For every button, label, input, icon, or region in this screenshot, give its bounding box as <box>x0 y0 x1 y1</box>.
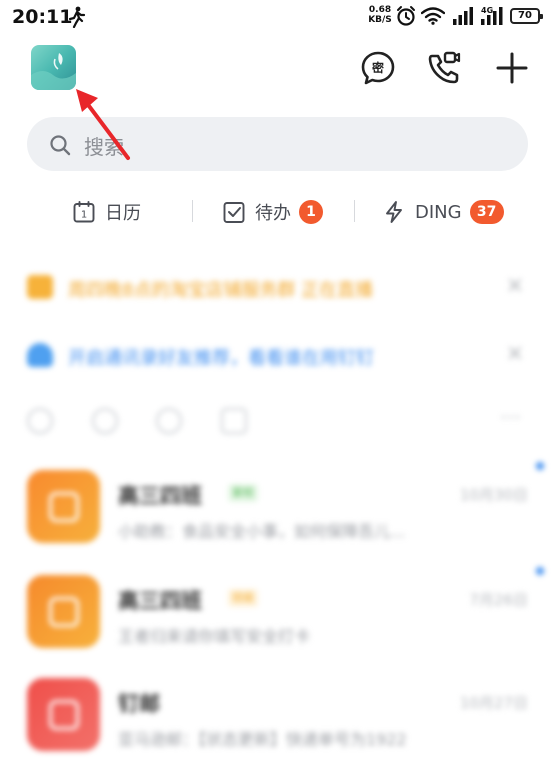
shortcut-ding[interactable]: DING 37 <box>382 198 504 226</box>
chat-avatar <box>27 575 100 648</box>
chat-tag: 班级 <box>228 589 258 607</box>
live-icon <box>27 275 53 299</box>
todo-check-icon <box>223 202 245 223</box>
chat-list-item[interactable]: 高三四班 班级 7月26日 王者归来请你填写安全打卡 <box>0 563 554 667</box>
shortcut-todo[interactable]: 待办 1 <box>222 198 323 226</box>
calendar-icon: 1 <box>73 201 95 223</box>
shortcut-bar: 1 日历 待办 1 DING 37 <box>0 192 554 232</box>
notice-live-text: 周四晚8点的淘宝店铺服务群 正在直播 <box>68 280 374 301</box>
battery-indicator: 70 <box>510 8 543 24</box>
close-icon[interactable]: × <box>503 274 527 298</box>
conversation-area: 周四晚8点的淘宝店铺服务群 正在直播 × 开启通讯录好友推荐，看看谁在用钉钉 ×… <box>0 248 554 777</box>
signal-4g-label: 4G <box>481 6 493 15</box>
chat-avatar <box>27 678 100 751</box>
shortcut-divider <box>192 200 193 222</box>
plus-icon[interactable] <box>494 50 530 86</box>
contact-icon <box>27 343 53 367</box>
notice-live[interactable]: 周四晚8点的淘宝店铺服务群 正在直播 × <box>0 254 554 314</box>
group-filter-icon[interactable] <box>221 408 247 434</box>
chat-list-item[interactable]: 钉邮 10月27日 亚马逊邮：【状态更新】快递单号为1922 <box>0 666 554 770</box>
filter-toolbar: ··· <box>0 396 554 444</box>
chat-title: 高三四班 <box>118 484 202 508</box>
unread-dot <box>536 462 544 470</box>
chat-tag: 家校 <box>228 484 258 502</box>
net-speed-value: 0.68 <box>368 5 392 15</box>
more-icon[interactable]: ··· <box>500 406 521 431</box>
video-call-icon[interactable] <box>426 50 462 86</box>
chat-time: 10月27日 <box>459 694 528 712</box>
status-bar: 20:11 0.68 KB/S 4G 70 <box>0 0 554 34</box>
shortcut-calendar[interactable]: 1 日历 <box>72 198 141 226</box>
shortcut-divider <box>354 200 355 222</box>
chat-time: 10月30日 <box>459 486 528 504</box>
ding-count-badge: 37 <box>469 200 504 224</box>
shortcut-todo-label: 待办 <box>255 203 291 224</box>
chat-title: 钉邮 <box>118 692 160 716</box>
at-mention-filter-icon[interactable] <box>27 408 53 434</box>
chat-avatar <box>27 470 100 543</box>
unread-filter-icon[interactable] <box>156 408 182 434</box>
notice-contacts[interactable]: 开启通讯录好友推荐，看看谁在用钉钉 × <box>0 322 554 382</box>
signal-strength-icon <box>453 7 473 25</box>
wifi-icon <box>421 7 445 25</box>
notice-contacts-text: 开启通讯录好友推荐，看看谁在用钉钉 <box>68 348 374 369</box>
status-time: 20:11 <box>12 6 73 28</box>
net-speed-unit: KB/S <box>368 15 392 25</box>
unread-dot <box>536 567 544 575</box>
signal-4g-icon: 4G <box>481 6 503 25</box>
annotation-arrow-icon <box>76 89 130 160</box>
todo-count-badge: 1 <box>299 200 323 224</box>
shortcut-calendar-label: 日历 <box>105 203 141 224</box>
net-speed: 0.68 KB/S <box>366 5 394 25</box>
svg-text:密: 密 <box>372 60 384 75</box>
close-icon[interactable]: × <box>503 342 527 366</box>
svg-text:1: 1 <box>81 210 87 221</box>
chat-preview: 王者归来请你填写安全打卡 <box>118 627 311 646</box>
alarm-icon <box>397 6 415 26</box>
secret-chat-icon[interactable]: 密 <box>360 50 396 86</box>
chat-time: 7月26日 <box>469 591 528 609</box>
shortcut-ding-label: DING <box>415 201 462 223</box>
lightning-icon <box>386 201 402 223</box>
search-icon <box>50 135 71 156</box>
chat-list-item[interactable]: 高三四班 家校 10月30日 小助教：食品安全小事，如何保障吾儿... <box>0 458 554 562</box>
chat-title: 高三四班 <box>118 589 202 613</box>
chat-preview: 亚马逊邮：【状态更新】快递单号为1922 <box>118 730 407 749</box>
star-filter-icon[interactable] <box>92 408 118 434</box>
walking-icon <box>68 6 86 28</box>
chat-preview: 小助教：食品安全小事，如何保障吾儿... <box>118 522 406 541</box>
